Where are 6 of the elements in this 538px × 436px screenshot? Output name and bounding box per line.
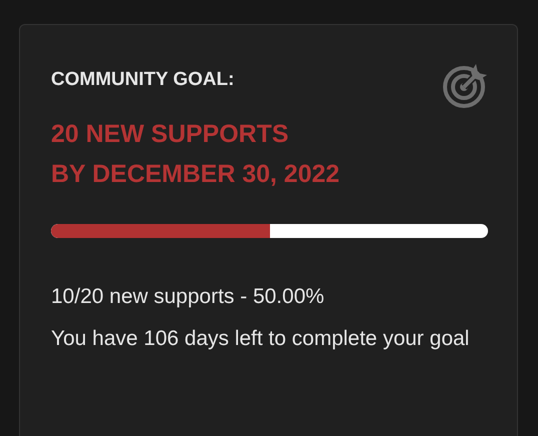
goal-heading: COMMUNITY GOAL: bbox=[51, 68, 234, 92]
days-left-note: You have 106 days left to complete your goal bbox=[51, 326, 470, 352]
goal-title: BY DECEMBER 30, 2022 bbox=[51, 159, 341, 190]
target-icon bbox=[443, 62, 489, 108]
goal-title: 20 NEW SUPPORTS bbox=[51, 119, 290, 150]
progress-summary: 10/20 new supports - 50.00% bbox=[51, 284, 326, 310]
